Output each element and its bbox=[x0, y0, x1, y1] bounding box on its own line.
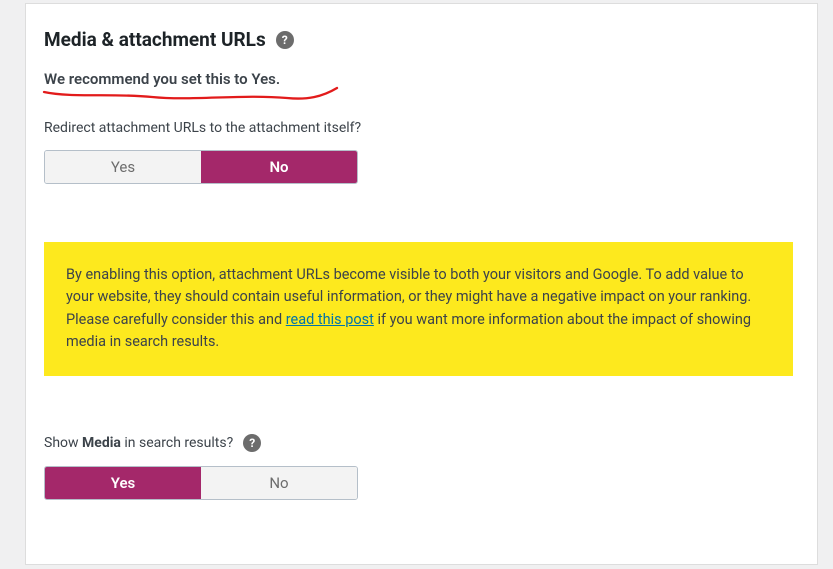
warning-notice-text: By enabling this option, attachment URLs… bbox=[66, 264, 767, 354]
show-media-no[interactable]: No bbox=[201, 467, 357, 499]
show-media-yes[interactable]: Yes bbox=[45, 467, 201, 499]
show-media-label-prefix: Show bbox=[44, 435, 82, 451]
help-icon[interactable]: ? bbox=[276, 31, 294, 49]
show-media-toggle: Yes No bbox=[44, 466, 358, 500]
show-media-label-suffix: in search results? bbox=[121, 435, 233, 451]
settings-panel: Media & attachment URLs ? We recommend y… bbox=[25, 3, 818, 565]
section-title-text: Media & attachment URLs bbox=[44, 28, 266, 51]
redirect-attachment-toggle: Yes No bbox=[44, 150, 358, 184]
redirect-attachment-label: Redirect attachment URLs to the attachme… bbox=[44, 120, 793, 136]
show-media-label: Show Media in search results? bbox=[44, 435, 233, 451]
show-media-label-row: Show Media in search results? ? bbox=[44, 434, 793, 452]
warning-notice: By enabling this option, attachment URLs… bbox=[44, 242, 793, 376]
redirect-attachment-yes[interactable]: Yes bbox=[45, 151, 201, 183]
help-icon[interactable]: ? bbox=[243, 434, 261, 452]
show-media-label-bold: Media bbox=[82, 435, 121, 451]
section-title: Media & attachment URLs ? bbox=[44, 28, 793, 51]
hand-underline-annotation bbox=[42, 84, 352, 108]
read-this-post-link[interactable]: read this post bbox=[286, 311, 374, 328]
recommend-wrap: We recommend you set this to Yes. bbox=[44, 70, 280, 88]
redirect-attachment-no[interactable]: No bbox=[201, 151, 357, 183]
